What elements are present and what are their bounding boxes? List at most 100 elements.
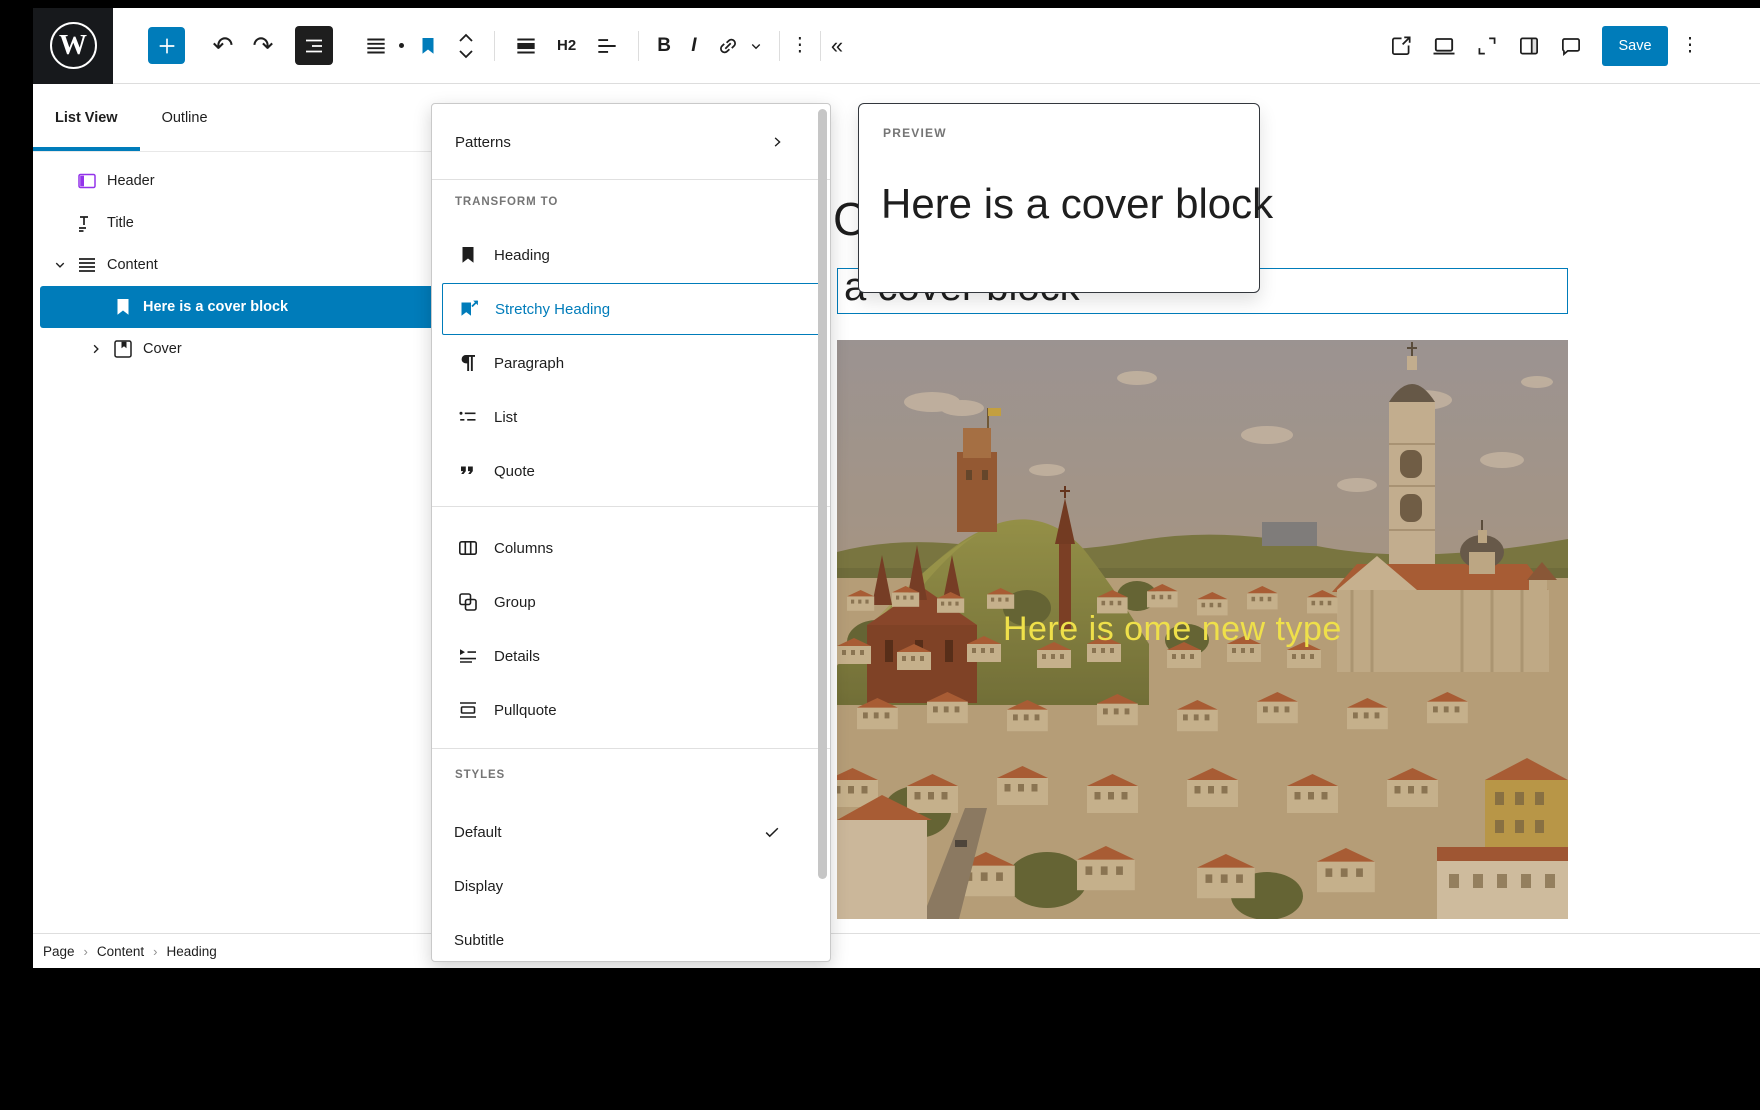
list-view-row-cover[interactable]: Cover	[40, 328, 497, 370]
menu-item-label: Default	[454, 824, 502, 841]
toolbar-separator	[820, 31, 821, 61]
tab-outline[interactable]: Outline	[140, 84, 230, 151]
options-menu-button[interactable]: ⋮	[1682, 34, 1698, 57]
list-view-row-label: Here is a cover block	[143, 299, 288, 315]
undo-button[interactable]: ↶	[207, 31, 239, 61]
breadcrumb-item-heading[interactable]: Heading	[167, 944, 217, 959]
pullquote-icon	[456, 698, 480, 722]
toolbar-separator	[638, 31, 639, 61]
select-content-parent-button[interactable]	[363, 33, 389, 59]
list-view-row-here-is-a-cover-block[interactable]: Here is a cover block	[40, 286, 497, 328]
link-button[interactable]	[715, 33, 741, 59]
align-left-icon	[594, 33, 620, 59]
screen: W ↶ ↷ H2 B I	[0, 0, 1760, 1110]
menu-item-stretchy-heading[interactable]: Stretchy Heading	[442, 283, 820, 335]
save-button[interactable]: Save	[1602, 26, 1668, 66]
transform-item-list-1: HeadingStretchy HeadingParagraph List Quot…	[432, 228, 830, 498]
redo-icon: ↷	[253, 31, 274, 61]
redo-button[interactable]: ↷	[247, 31, 279, 61]
paragraph-icon	[456, 351, 480, 375]
undo-icon: ↶	[213, 31, 234, 61]
device-preview-button[interactable]	[1430, 32, 1458, 60]
bold-button[interactable]: B	[657, 35, 671, 57]
menu-item-pullquote[interactable]: Pullquote	[432, 683, 830, 737]
breadcrumb-item-page[interactable]: Page	[43, 944, 75, 959]
breadcrumb-item-content[interactable]: Content	[97, 944, 144, 959]
settings-panel-icon	[1516, 33, 1542, 59]
block-switcher-button[interactable]	[416, 34, 440, 58]
cover-block-text[interactable]: Here is ome new type	[1003, 610, 1342, 649]
list-view-row-content[interactable]: Content	[40, 244, 497, 286]
menu-item-list[interactable]: List	[432, 390, 830, 444]
menu-item-label: Group	[494, 594, 536, 611]
columns-icon	[456, 536, 480, 560]
styles-section-label: STYLES	[432, 765, 830, 785]
add-block-button[interactable]	[148, 27, 185, 64]
list-view-row-header[interactable]: Header	[40, 160, 497, 202]
transform-section-label: TRANSFORM TO	[432, 192, 830, 212]
chevron-spacer	[87, 298, 105, 316]
list-view-row-title[interactable]: Title	[40, 202, 497, 244]
document-overview-button[interactable]	[295, 26, 333, 65]
toolbar-separator	[494, 31, 495, 61]
bookmark-icon	[416, 34, 440, 58]
bold-icon: B	[657, 35, 671, 57]
menu-divider	[432, 748, 830, 749]
menu-item-patterns[interactable]: Patterns	[432, 118, 830, 166]
menu-item-paragraph[interactable]: Paragraph	[432, 336, 830, 390]
menu-item-display[interactable]: Display	[432, 859, 830, 913]
cover-icon	[111, 337, 135, 361]
chevron-right-icon[interactable]	[87, 340, 105, 358]
collapse-toolbar-icon: «	[831, 33, 843, 59]
chevron-down-icon[interactable]	[51, 256, 69, 274]
tab-list-view[interactable]: List View	[33, 84, 140, 151]
breadcrumb-separator: ›	[84, 944, 88, 959]
comments-button[interactable]	[1558, 33, 1584, 59]
menu-item-label: Quote	[494, 463, 535, 480]
add-block-icon	[156, 35, 178, 57]
menu-item-label: List	[494, 409, 517, 426]
italic-button[interactable]: I	[687, 35, 701, 57]
menu-item-group[interactable]: Group	[432, 575, 830, 629]
menu-item-label: Subtitle	[454, 932, 504, 949]
menu-item-columns[interactable]: Columns	[432, 521, 830, 575]
heading-level-button[interactable]: H2	[557, 37, 576, 54]
chevron-spacer	[51, 172, 69, 190]
heading-bookmark-icon	[456, 243, 480, 267]
block-options-button[interactable]: ⋮	[792, 34, 808, 57]
list-view-row-label: Title	[107, 215, 134, 231]
link-icon	[715, 33, 741, 59]
settings-panel-button[interactable]	[1516, 33, 1542, 59]
style-item-list: Default Display Subtitle	[432, 805, 830, 962]
details-icon	[456, 644, 480, 668]
text-align-button[interactable]	[594, 33, 620, 59]
cover-block[interactable]: Here is ome new type	[837, 340, 1568, 919]
stretch-icon	[513, 33, 539, 59]
breadcrumb-separator: ›	[153, 944, 157, 959]
menu-item-subtitle[interactable]: Subtitle	[432, 913, 830, 962]
menu-item-heading[interactable]: Heading	[432, 228, 830, 282]
menu-item-details[interactable]: Details	[432, 629, 830, 683]
drag-handle-dot	[399, 43, 404, 48]
fullscreen-button[interactable]	[1474, 33, 1500, 59]
move-up-down-button[interactable]	[456, 29, 476, 63]
more-options-icon: ⋮	[790, 34, 809, 57]
view-site-button[interactable]	[1388, 33, 1414, 59]
menu-item-default[interactable]: Default	[432, 805, 830, 859]
menu-scrollbar[interactable]	[818, 109, 827, 879]
menu-divider	[432, 179, 830, 180]
fullscreen-icon	[1474, 33, 1500, 59]
menu-divider	[432, 506, 830, 507]
more-rich-text-button[interactable]	[747, 37, 765, 55]
chevron-right-icon	[768, 133, 786, 151]
quote-icon	[456, 459, 480, 483]
wordpress-menu-button[interactable]: W	[33, 8, 113, 84]
options-kebab-icon: ⋮	[1681, 34, 1700, 57]
collapse-toolbar-button[interactable]: «	[831, 33, 843, 59]
device-preview-icon	[1430, 32, 1458, 60]
menu-item-label: Details	[494, 648, 540, 665]
breadcrumb: Page › Content › Heading	[33, 933, 1760, 968]
stretch-toggle-button[interactable]	[513, 33, 539, 59]
menu-item-quote[interactable]: Quote	[432, 444, 830, 498]
preview-popup: PREVIEW Here is a cover block	[858, 103, 1260, 293]
